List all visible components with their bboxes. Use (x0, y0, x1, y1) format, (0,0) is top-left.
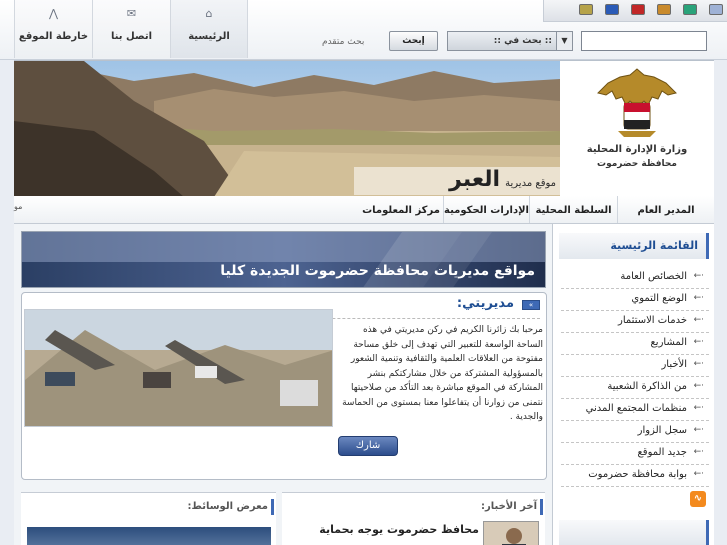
theme-swatch-bar (543, 0, 727, 22)
menu-item-info-center[interactable]: مركز المعلومات (359, 196, 443, 223)
theme-swatch-3[interactable] (657, 4, 671, 15)
double-chevron-icon: « (522, 300, 540, 310)
menu-item-gov-departments[interactable]: الإدارات الحكومية (443, 196, 529, 223)
quarry-photo (24, 309, 333, 427)
sidebar-item-label: منظمات المجتمع المدني (585, 403, 687, 414)
chevron-down-icon[interactable]: ▼ (556, 32, 572, 50)
sidebar-item-label: الأخبار (661, 359, 687, 370)
sidebar: القائمة الرئيسية ←· الخصائص العامة ←· ال… (552, 224, 714, 545)
media-thumbnail[interactable] (27, 527, 271, 545)
sidebar-item-label: الخصائص العامة (620, 271, 687, 282)
promo-text: مواقع مديريات محافظة حضرموت الجديدة كليا (220, 263, 535, 279)
logo-line-governorate: محافظة حضرموت (597, 159, 677, 169)
menu-overflow-text: مو (14, 202, 23, 211)
arrow-bullet-icon: ←· (693, 337, 704, 347)
nav-tab-contact[interactable]: ✉ اتصل بنا (92, 0, 170, 58)
nav-tab-sitemap[interactable]: ⋀ خارطة الموقع (14, 0, 92, 58)
menu-item-director[interactable]: المدير العام (617, 196, 714, 223)
nav-tab-home[interactable]: ⌂ الرئيسية (170, 0, 248, 58)
my-directorate-text: مرحبا بك زائرنا الكريم في ركن مديريتي في… (342, 325, 543, 422)
arrow-bullet-icon: ←· (693, 381, 704, 391)
eagle-emblem-icon (597, 68, 677, 137)
my-directorate-panel: مديريتي: « مرحبا بك زائرنا الكريم في ركن… (21, 292, 547, 480)
ministry-logo: وزارة الإدارة المحلية محافظة حضرموت (560, 61, 714, 197)
search-input[interactable] (581, 31, 707, 51)
sidebar-item-projects[interactable]: ←· المشاريع (561, 333, 709, 355)
arrow-bullet-icon: ←· (693, 403, 704, 413)
arrow-bullet-icon: ←· (693, 425, 704, 435)
arrow-bullet-icon: ←· (693, 469, 704, 479)
main-menu-bar: مو المدير العام السلطة المحلية الإدارات … (14, 196, 714, 224)
participate-button[interactable]: شارك (338, 436, 398, 456)
latest-news-panel: آخر الأخبار: محافظ حضرموت يوجه بحماية (282, 492, 545, 545)
media-accent-bar (271, 499, 274, 515)
arrow-bullet-icon: ←· (693, 447, 704, 457)
sidebar-item-whats-new[interactable]: ←· جديد الموقع (561, 443, 709, 465)
media-gallery-title: معرض الوسائط: (187, 501, 269, 512)
nav-tab-contact-label: اتصل بنا (110, 31, 153, 42)
banner-caption: موقع مديرية العبر (354, 167, 560, 195)
advanced-search-link[interactable]: بحث متقدم (322, 37, 364, 47)
banner-caption-small: موقع مديرية (505, 178, 556, 189)
theme-swatch-5[interactable] (605, 4, 619, 15)
sidebar-item-folk-memory[interactable]: ←· من الذاكرة الشعبية (561, 377, 709, 399)
search-button[interactable]: إبحث (389, 31, 438, 51)
nav-tab-home-label: الرئيسية (188, 31, 230, 42)
rss-icon[interactable]: ∿ (690, 491, 706, 507)
logo-line-ministry: وزارة الإدارة المحلية (586, 144, 688, 155)
theme-swatch-2[interactable] (683, 4, 697, 15)
sidebar-item-label: المشاريع (650, 337, 687, 348)
sidebar-item-label: بوابة محافظة حضرموت (588, 469, 687, 480)
sidebar-item-label: جديد الموقع (637, 447, 687, 458)
sidebar-item-hadramout-portal[interactable]: ←· بوابة محافظة حضرموت (561, 465, 709, 487)
search-scope-value: :: بحث في :: (493, 36, 552, 46)
promo-banner[interactable]: مواقع مديريات محافظة حضرموت الجديدة كليا (21, 231, 546, 288)
banner-landscape-image: موقع مديرية العبر (14, 61, 560, 197)
nav-tab-sitemap-label: خارطة الموقع (18, 31, 89, 42)
main-content: مواقع مديريات محافظة حضرموت الجديدة كليا… (14, 224, 552, 545)
theme-swatch-6[interactable] (579, 4, 593, 15)
arrow-bullet-icon: ←· (693, 293, 704, 303)
envelope-icon: ✉ (126, 7, 137, 20)
news-thumbnail[interactable] (483, 521, 539, 545)
sidebar-footer (559, 520, 709, 545)
sidebar-item-civil-society[interactable]: ←· منظمات المجتمع المدني (561, 399, 709, 421)
banner-caption-big: العبر (449, 167, 501, 192)
sidebar-header: القائمة الرئيسية (559, 233, 709, 259)
header-banner: موقع مديرية العبر وزارة الإدارة المحلية … (14, 60, 714, 197)
sidebar-item-development[interactable]: ←· الوضع التموي (561, 289, 709, 311)
search-scope-select[interactable]: :: بحث في :: ▼ (447, 31, 573, 51)
latest-news-title: آخر الأخبار: (480, 501, 537, 512)
news-headline-link[interactable]: محافظ حضرموت يوجه بحماية (289, 523, 479, 536)
sidebar-title: القائمة الرئيسية (610, 239, 698, 252)
home-icon: ⌂ (205, 7, 213, 20)
media-gallery-panel: معرض الوسائط: (21, 492, 276, 545)
sidebar-item-news[interactable]: ←· الأخبار (561, 355, 709, 377)
arrow-bullet-icon: ←· (693, 271, 704, 281)
sidebar-item-general-features[interactable]: ←· الخصائص العامة (561, 267, 709, 289)
sidebar-item-label: سجل الزوار (637, 425, 687, 436)
sidebar-item-label: الوضع التموي (631, 293, 687, 304)
arrow-bullet-icon: ←· (693, 315, 704, 325)
theme-swatch-1[interactable] (709, 4, 723, 15)
menu-item-local-authority[interactable]: السلطة المحلية (529, 196, 617, 223)
sidebar-item-label: من الذاكرة الشعبية (607, 381, 687, 392)
sidebar-item-guestbook[interactable]: ←· سجل الزوار (561, 421, 709, 443)
sidebar-item-investment[interactable]: ←· خدمات الاستثمار (561, 311, 709, 333)
news-accent-bar (540, 499, 543, 515)
sidebar-item-label: خدمات الاستثمار (618, 315, 687, 326)
theme-swatch-4[interactable] (631, 4, 645, 15)
sitemap-icon: ⋀ (48, 7, 59, 20)
arrow-bullet-icon: ←· (693, 359, 704, 369)
my-directorate-title: مديريتي: (456, 296, 514, 311)
top-bar: ⋀ خارطة الموقع ✉ اتصل بنا ⌂ الرئيسية :: … (0, 0, 727, 60)
